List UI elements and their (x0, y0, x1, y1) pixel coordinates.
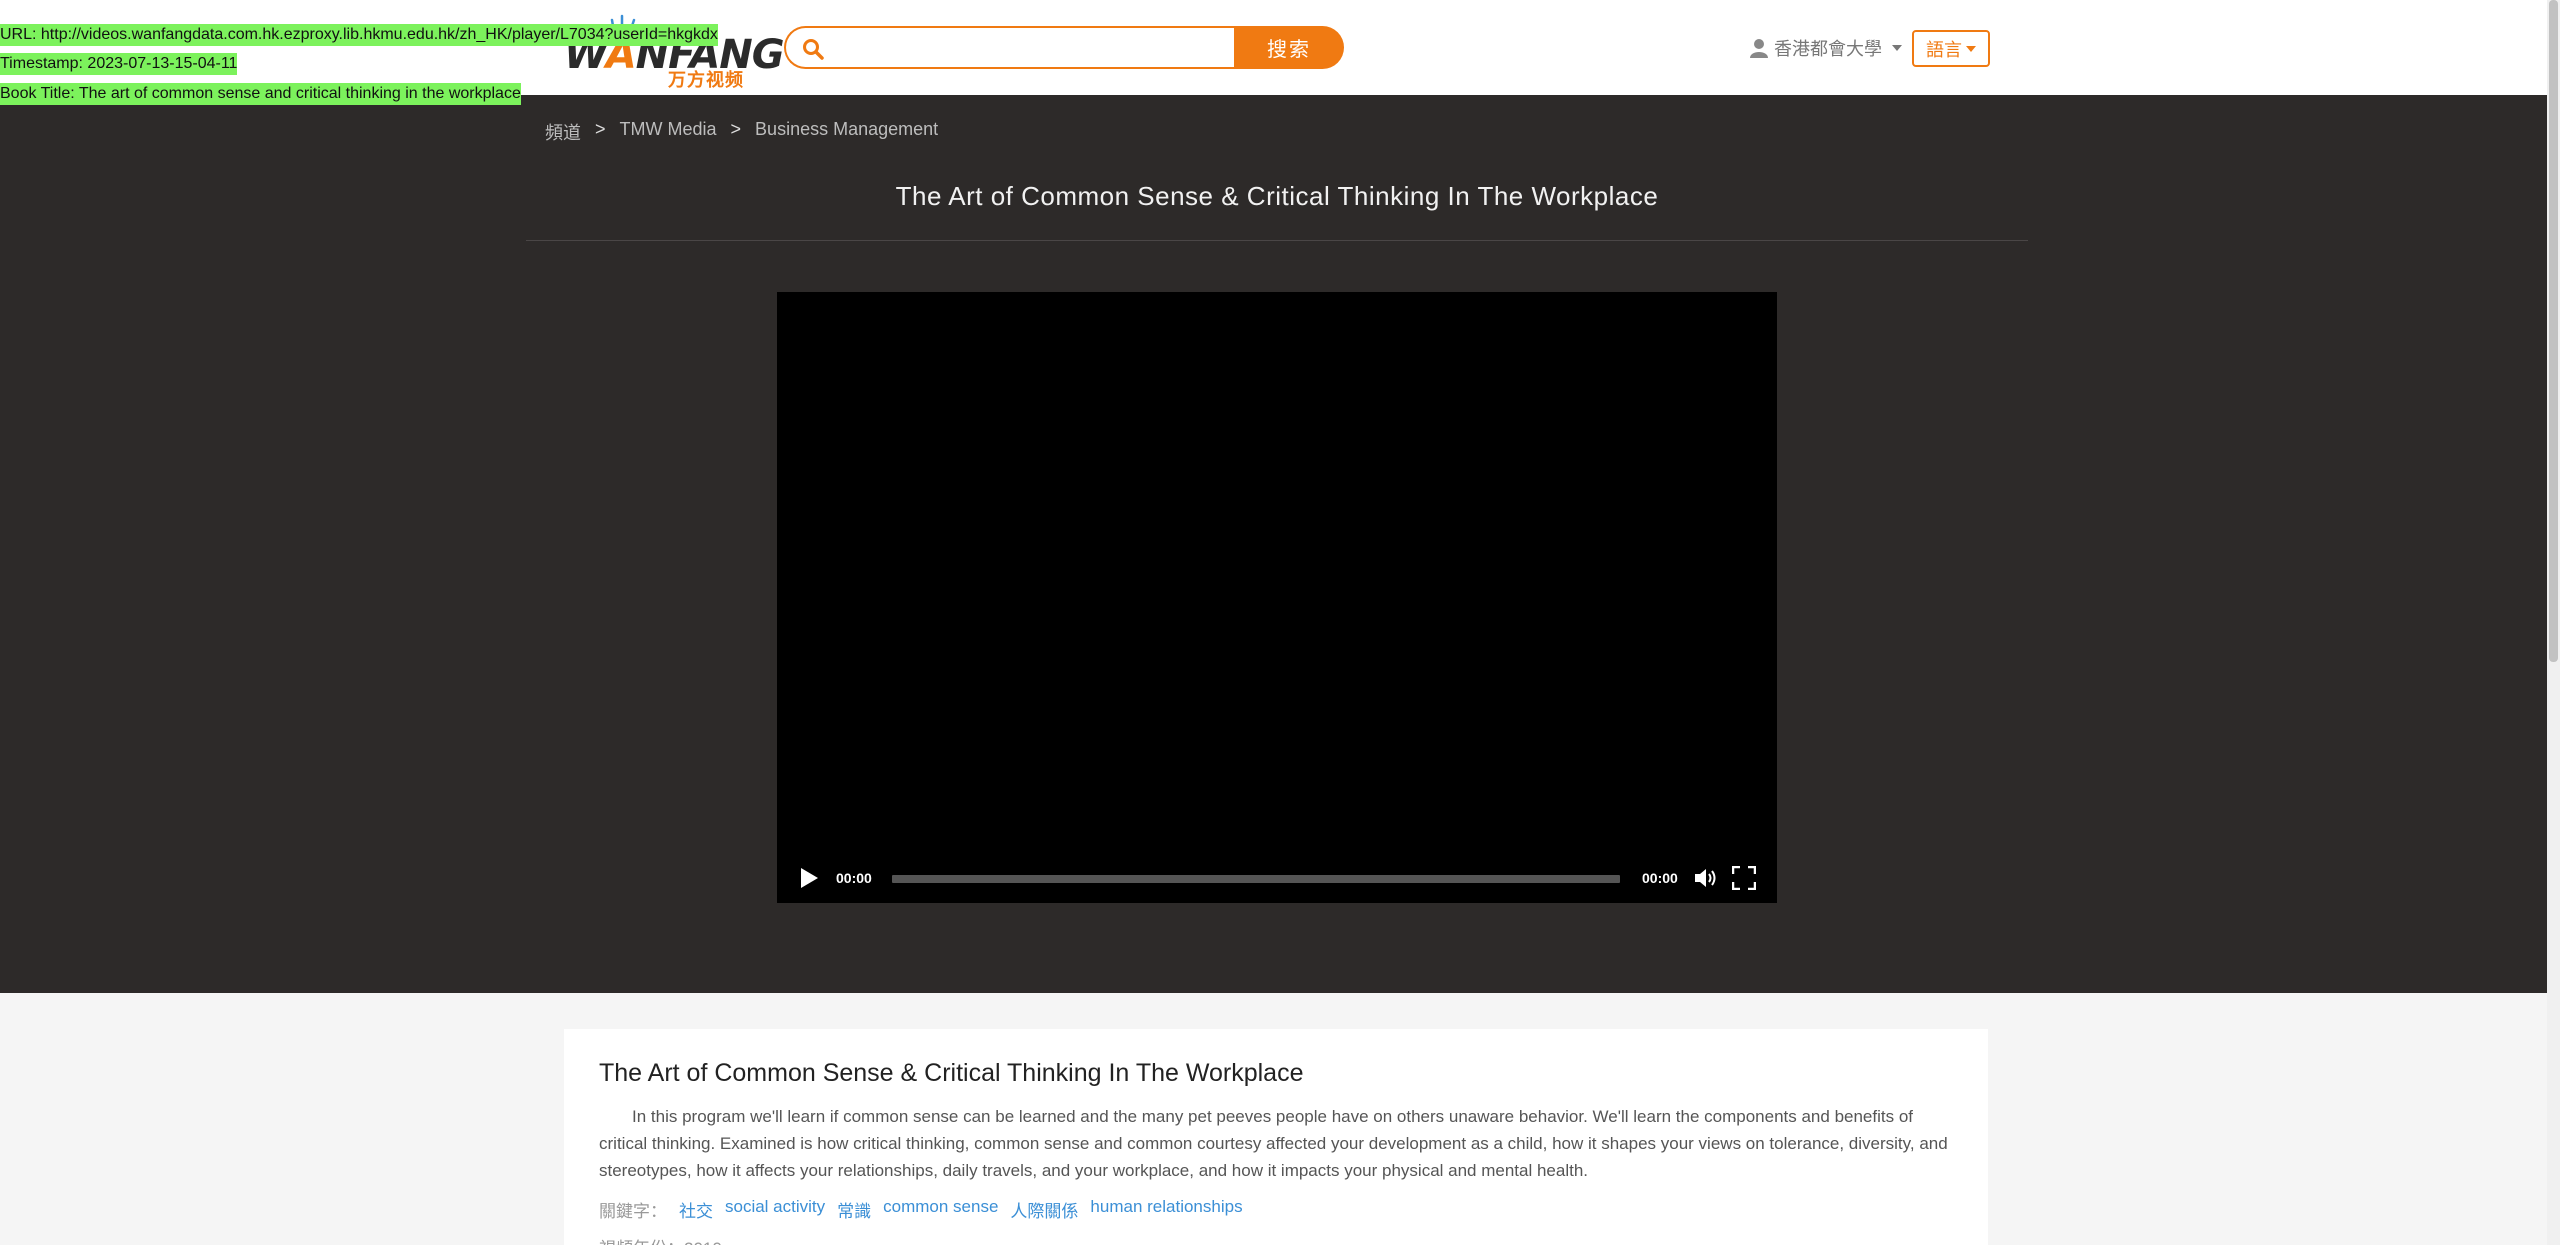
keyword-link[interactable]: human relationships (1090, 1197, 1242, 1222)
volume-icon[interactable] (1693, 866, 1719, 890)
chevron-down-icon (1966, 45, 1976, 52)
keyword-link[interactable]: 社交 (679, 1197, 713, 1222)
player-controls: 00:00 00:00 (777, 853, 1777, 903)
chevron-down-icon (1892, 45, 1902, 51)
language-label: 語言 (1926, 39, 1962, 60)
user-menu[interactable]: 香港都會大學 (1750, 34, 1902, 62)
keyword-link[interactable]: social activity (725, 1197, 825, 1222)
play-icon[interactable] (799, 867, 819, 889)
divider (526, 240, 2028, 241)
site-header: WANFANG 万方视频 搜索 香港都會大學 語言 (0, 0, 2560, 95)
user-label: 香港都會大學 (1774, 39, 1882, 59)
user-icon (1750, 39, 1768, 58)
logo-subtitle: 万方视频 (668, 70, 744, 90)
duration: 00:00 (1642, 870, 1678, 886)
search-icon (803, 39, 824, 60)
keyword-link[interactable]: 人際關係 (1010, 1197, 1078, 1222)
breadcrumb-category[interactable]: Business Management (755, 119, 938, 145)
search-bar: 搜索 (784, 26, 1344, 69)
progress-bar[interactable] (892, 875, 1620, 883)
video-section: 頻道 > TMW Media > Business Management The… (0, 95, 2560, 993)
fullscreen-icon[interactable] (1732, 866, 1756, 890)
overlay-book-title: Book Title: The art of common sense and … (0, 83, 521, 105)
page-scrollbar[interactable] (2547, 0, 2560, 1245)
search-box[interactable] (784, 26, 1236, 69)
info-description: In this program we'll learn if common se… (599, 1107, 1948, 1180)
search-button[interactable]: 搜索 (1234, 26, 1344, 69)
keyword-link[interactable]: common sense (883, 1197, 998, 1222)
video-player[interactable]: 00:00 00:00 (777, 292, 1777, 903)
info-title: The Art of Common Sense & Critical Think… (599, 1059, 1304, 1087)
breadcrumb-separator: > (595, 119, 606, 139)
keywords-label: 關鍵字： (599, 1202, 667, 1221)
video-info-card: The Art of Common Sense & Critical Think… (564, 1029, 1988, 1245)
language-button[interactable]: 語言 (1912, 30, 1990, 67)
breadcrumb-root[interactable]: 頻道 (545, 119, 581, 145)
search-input[interactable] (834, 32, 1224, 64)
breadcrumb: 頻道 > TMW Media > Business Management (545, 119, 938, 145)
video-year: 視頻年份：2010 (599, 1234, 722, 1245)
overlay-url: URL: http://videos.wanfangdata.com.hk.ez… (0, 24, 718, 46)
breadcrumb-separator: > (730, 119, 742, 139)
overlay-timestamp: Timestamp: 2023-07-13-15-04-11 (0, 53, 238, 75)
keywords: 關鍵字： 社交 social activity 常識 common sense … (599, 1197, 1243, 1222)
scrollbar-thumb[interactable] (2549, 0, 2558, 662)
current-time: 00:00 (836, 870, 872, 886)
video-title: The Art of Common Sense & Critical Think… (895, 181, 1659, 211)
breadcrumb-channel[interactable]: TMW Media (620, 119, 717, 145)
keyword-link[interactable]: 常識 (837, 1197, 871, 1222)
